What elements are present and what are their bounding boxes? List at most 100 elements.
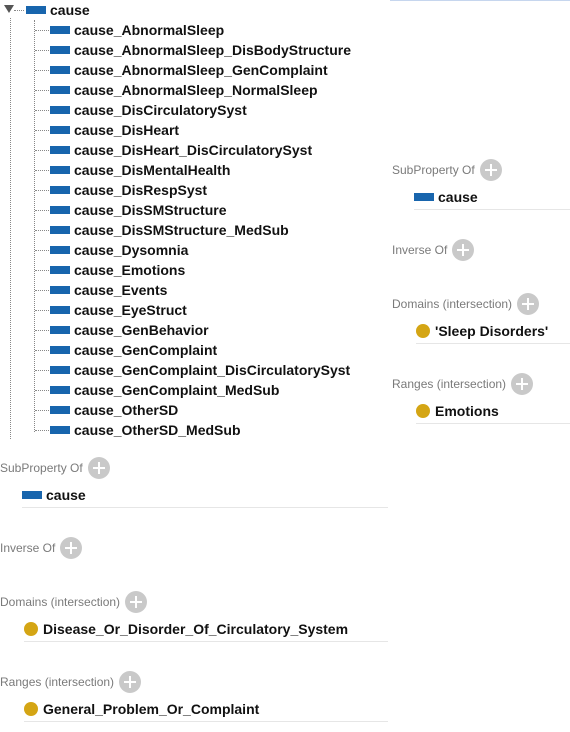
tree-connector xyxy=(14,10,24,11)
tree-item-label: cause_DisSMStructure xyxy=(74,202,227,218)
property-icon xyxy=(50,26,70,34)
tree-item-label: cause_OtherSD xyxy=(74,402,179,418)
tree-item[interactable]: cause_DisHeart_DisCirculatorySyst xyxy=(50,140,312,160)
tree-item[interactable]: cause_DisCirculatorySyst xyxy=(50,100,247,120)
property-icon xyxy=(26,6,46,14)
tree-item[interactable]: cause_EyeStruct xyxy=(50,300,187,320)
tree-connector xyxy=(35,330,49,331)
property-icon xyxy=(414,193,434,201)
bottom-domains-value: Disease_Or_Disorder_Of_Circulatory_Syste… xyxy=(43,621,349,637)
tree-root-label: cause xyxy=(50,2,90,18)
right-inverse-title: Inverse Of xyxy=(392,243,448,257)
tree-item-label: cause_AbnormalSleep_GenComplaint xyxy=(74,62,328,78)
tree-connector xyxy=(35,250,49,251)
bottom-ranges-value-row[interactable]: General_Problem_Or_Complaint xyxy=(24,697,388,722)
tree-item-label: cause_DisMentalHealth xyxy=(74,162,231,178)
property-icon xyxy=(50,266,70,274)
bottom-subproperty-value: cause xyxy=(46,487,86,503)
tree-item[interactable]: cause_GenComplaint_DisCirculatorySyst xyxy=(50,360,350,380)
tree-item[interactable]: cause_AbnormalSleep_GenComplaint xyxy=(50,60,328,80)
expand-triangle-icon[interactable] xyxy=(4,5,14,13)
tree-item-label: cause_OtherSD_MedSub xyxy=(74,422,241,438)
tree-item[interactable]: cause_GenComplaint_MedSub xyxy=(50,380,279,400)
property-icon xyxy=(50,166,70,174)
property-icon xyxy=(50,426,70,434)
tree-connector xyxy=(35,190,49,191)
tree-item[interactable]: cause_GenComplaint xyxy=(50,340,217,360)
class-icon xyxy=(416,404,430,418)
tree-connector xyxy=(35,30,49,31)
property-icon xyxy=(50,106,70,114)
tree-connector xyxy=(35,210,49,211)
tree-connector xyxy=(35,170,49,171)
tree-item-label: cause_DisHeart_DisCirculatorySyst xyxy=(74,142,313,158)
property-icon xyxy=(50,186,70,194)
add-icon[interactable] xyxy=(517,293,540,315)
tree-item-label: cause_GenComplaint_DisCirculatorySyst xyxy=(74,362,351,378)
property-icon xyxy=(50,146,70,154)
right-inverse-header: Inverse Of xyxy=(392,239,475,261)
add-icon[interactable] xyxy=(511,373,534,395)
tree-item-label: cause_AbnormalSleep xyxy=(74,22,225,38)
panel-top-border xyxy=(390,0,570,1)
tree-item-label: cause_GenComplaint xyxy=(74,342,218,358)
tree-item-label: cause_AbnormalSleep_NormalSleep xyxy=(74,82,318,98)
tree-item[interactable]: cause_AbnormalSleep_DisBodyStructure xyxy=(50,40,351,60)
right-ranges-value-row[interactable]: Emotions xyxy=(416,399,570,424)
add-icon[interactable] xyxy=(452,239,475,261)
tree-item[interactable]: cause_Events xyxy=(50,280,167,300)
tree-connector xyxy=(35,430,49,431)
add-icon[interactable] xyxy=(125,591,148,613)
property-icon xyxy=(22,491,42,499)
add-icon[interactable] xyxy=(60,537,83,559)
bottom-inverse-title: Inverse Of xyxy=(0,541,56,555)
right-subproperty-value: cause xyxy=(438,189,478,205)
tree-item[interactable]: cause_DisRespSyst xyxy=(50,180,207,200)
tree-item[interactable]: cause_DisHeart xyxy=(50,120,179,140)
tree-item-label: cause_EyeStruct xyxy=(74,302,187,318)
tree-item-label: cause_GenBehavior xyxy=(74,322,209,338)
property-icon xyxy=(50,286,70,294)
tree-item[interactable]: cause_OtherSD xyxy=(50,400,178,420)
bottom-ranges-value: General_Problem_Or_Complaint xyxy=(43,701,260,717)
right-subproperty-title: SubProperty Of xyxy=(392,163,475,177)
tree-connector xyxy=(35,410,49,411)
tree-item-label: cause_Dysomnia xyxy=(74,242,189,258)
tree-item[interactable]: cause_OtherSD_MedSub xyxy=(50,420,241,440)
right-domains-header: Domains (intersection) xyxy=(392,293,540,315)
property-icon xyxy=(50,386,70,394)
property-icon xyxy=(50,226,70,234)
bottom-domains-header: Domains (intersection) xyxy=(0,591,148,613)
tree-connector xyxy=(35,230,49,231)
tree-item-label: cause_Emotions xyxy=(74,262,186,278)
bottom-subproperty-value-row[interactable]: cause xyxy=(22,483,388,508)
tree-connector xyxy=(35,390,49,391)
tree-item[interactable]: cause_AbnormalSleep xyxy=(50,20,224,40)
add-icon[interactable] xyxy=(87,457,110,479)
property-icon xyxy=(50,346,70,354)
tree-item[interactable]: cause_AbnormalSleep_NormalSleep xyxy=(50,80,318,100)
tree-item[interactable]: cause_Emotions xyxy=(50,260,185,280)
right-subproperty-value-row[interactable]: cause xyxy=(414,185,570,210)
tree-item[interactable]: cause_GenBehavior xyxy=(50,320,209,340)
tree-item-label: cause_Events xyxy=(74,282,168,298)
bottom-ranges-title: Ranges (intersection) xyxy=(0,675,115,689)
tree-connector xyxy=(35,70,49,71)
class-icon xyxy=(24,622,38,636)
tree-root-item[interactable]: cause xyxy=(26,0,90,20)
add-icon[interactable] xyxy=(119,671,142,693)
tree-connector xyxy=(35,270,49,271)
add-icon[interactable] xyxy=(479,159,502,181)
tree-item[interactable]: cause_DisSMStructure xyxy=(50,200,227,220)
tree-item[interactable]: cause_DisMentalHealth xyxy=(50,160,230,180)
property-icon xyxy=(50,326,70,334)
bottom-domains-value-row[interactable]: Disease_Or_Disorder_Of_Circulatory_Syste… xyxy=(24,617,388,642)
tree-item-label: cause_DisHeart xyxy=(74,122,180,138)
class-icon xyxy=(24,702,38,716)
property-icon xyxy=(50,86,70,94)
tree-item[interactable]: cause_Dysomnia xyxy=(50,240,188,260)
tree-item[interactable]: cause_DisSMStructure_MedSub xyxy=(50,220,289,240)
right-domains-value-row[interactable]: 'Sleep Disorders' xyxy=(416,319,570,344)
bottom-domains-title: Domains (intersection) xyxy=(0,595,121,609)
property-icon xyxy=(50,406,70,414)
